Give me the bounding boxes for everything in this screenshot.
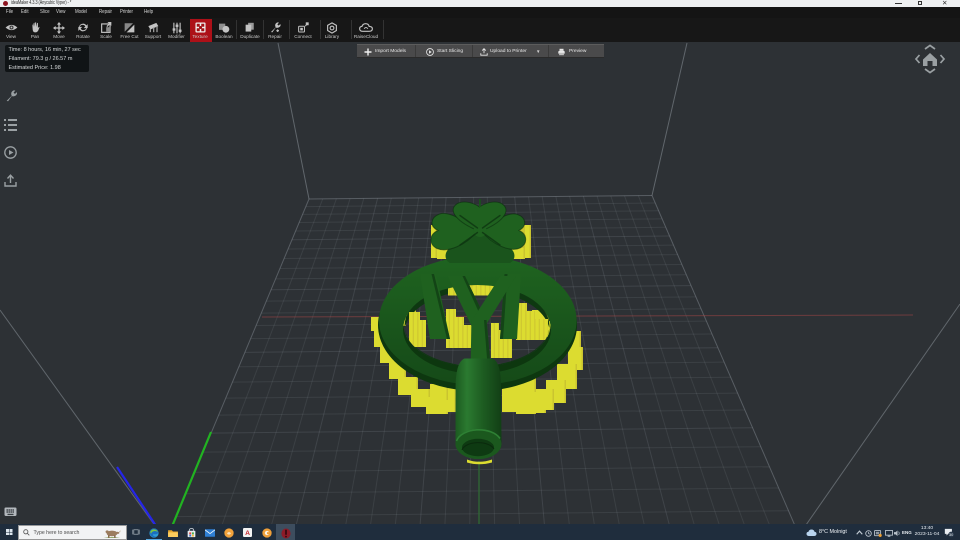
svg-text:A: A [245, 530, 250, 537]
svg-text:30: 30 [949, 533, 953, 537]
